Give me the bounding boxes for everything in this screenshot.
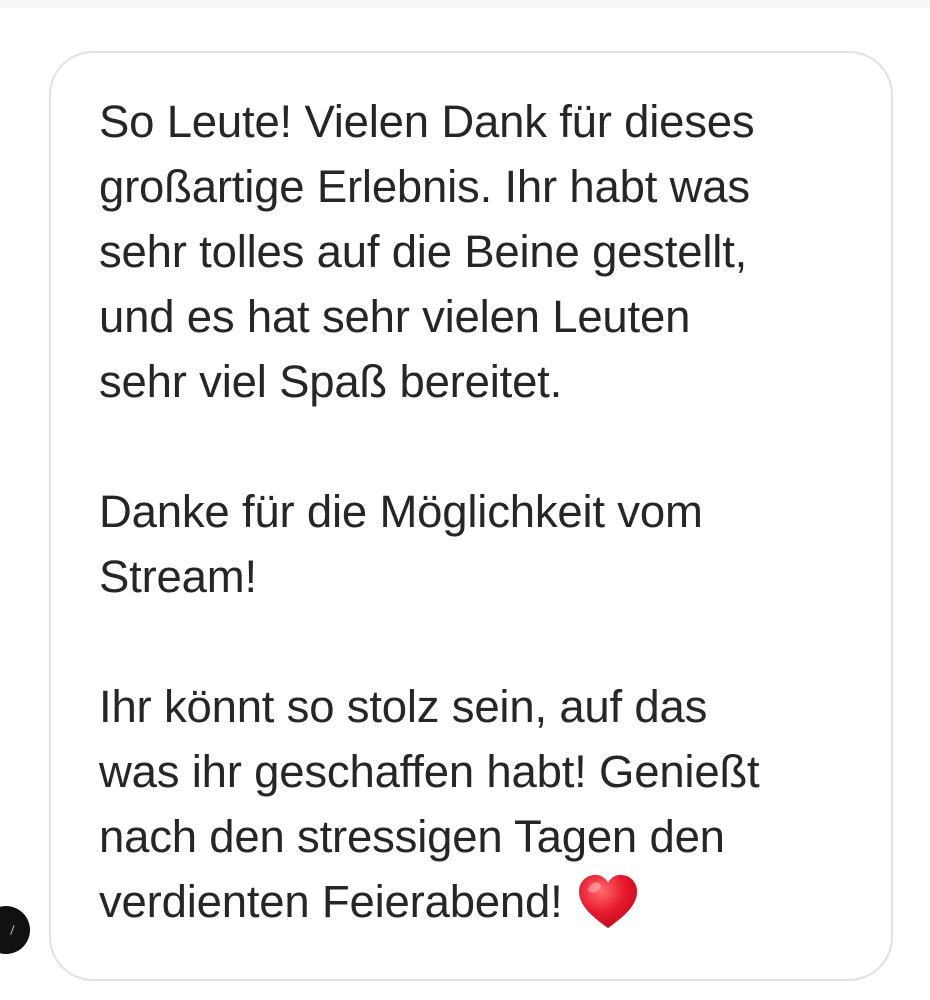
message-line: was ihr geschaffen habt! Genießt: [99, 746, 760, 797]
message-line: verdienten Feierabend!: [99, 876, 563, 927]
message-line: Stream!: [99, 551, 257, 602]
message-line: sehr tolles auf die Beine gestellt,: [99, 226, 748, 277]
red-heart-icon: [578, 874, 637, 929]
message-line: großartige Erlebnis. Ihr habt was: [99, 161, 750, 212]
message-line: Ihr könnt so stolz sein, auf das: [99, 681, 708, 732]
message-line: nach den stressigen Tagen den: [99, 811, 725, 862]
avatar-mark: [4, 923, 15, 935]
message-line: So Leute! Vielen Dank für dieses: [99, 96, 755, 147]
top-band: [0, 0, 930, 8]
message-text: So Leute! Vielen Dank für dieses großart…: [99, 89, 859, 934]
message-line: sehr viel Spaß bereitet.: [99, 356, 563, 407]
message-last-line: verdienten Feierabend!: [99, 869, 859, 934]
sender-avatar[interactable]: [0, 906, 30, 954]
message-line: und es hat sehr vielen Leuten: [99, 291, 691, 342]
message-bubble[interactable]: So Leute! Vielen Dank für dieses großart…: [49, 51, 893, 981]
message-line: Danke für die Möglichkeit vom: [99, 486, 703, 537]
